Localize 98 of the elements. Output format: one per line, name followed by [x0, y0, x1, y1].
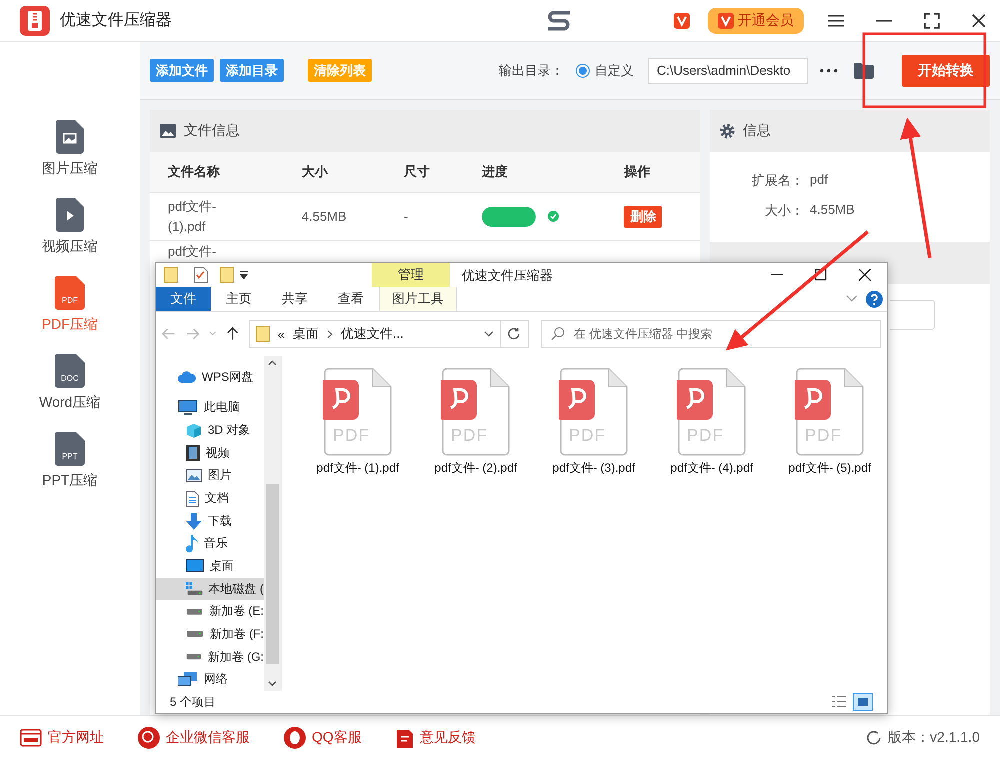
field-label: 大小： [764, 202, 804, 220]
file-dimensions: - [404, 209, 408, 224]
vip-icon [674, 12, 690, 28]
disk-drive-icon [186, 653, 202, 661]
nav-item[interactable]: 此电脑 [156, 396, 264, 420]
nav-item[interactable]: WPS网盘 [156, 366, 264, 389]
nav-item[interactable]: 音乐 [156, 532, 264, 556]
scrollbar[interactable] [264, 356, 281, 691]
footer-link[interactable]: 意见反馈 [396, 727, 476, 749]
footer-link[interactable]: QQ客服 [284, 727, 362, 749]
panel-title: 文件信息 [184, 122, 240, 140]
website-icon [20, 729, 42, 747]
nav-item[interactable]: 下载 [156, 510, 264, 532]
column-header: 尺寸 [386, 152, 464, 192]
app-title: 优速文件压缩器 [60, 10, 172, 31]
scroll-down-icon[interactable] [268, 681, 277, 687]
menu-icon[interactable] [828, 14, 844, 28]
status-text: 5 个项目 [170, 694, 216, 710]
gear-icon [720, 124, 735, 138]
properties-icon[interactable] [194, 267, 208, 283]
sidebar-item[interactable]: 视频压缩 [15, 198, 125, 256]
panel-title: 信息 [743, 122, 771, 140]
file-icon: PDF [55, 276, 85, 310]
footer-link[interactable]: 企业微信客服 [138, 727, 250, 749]
refresh-button[interactable] [500, 320, 530, 348]
start-button[interactable]: 开始转换 [902, 54, 990, 86]
more-icon[interactable] [820, 68, 838, 72]
path-field[interactable]: C:\Users\admin\Deskto [648, 58, 808, 84]
search-field[interactable]: 在 优速文件压缩器 中搜索 [541, 320, 882, 348]
nav-item[interactable]: 3D 对象 [156, 419, 264, 442]
minimize-icon[interactable] [876, 18, 892, 22]
nav-item[interactable]: 新加卷 (G: [156, 646, 264, 668]
field-value: pdf [810, 172, 828, 189]
window-title: 优速文件压缩器 [462, 267, 553, 285]
progress-bar [482, 206, 536, 226]
disk-drive-icon [186, 608, 204, 616]
app-logo [20, 6, 50, 36]
nav-item[interactable]: 网络 [156, 668, 264, 691]
sidebar-item[interactable]: 图片压缩 [15, 120, 125, 178]
dropdown-icon[interactable] [240, 271, 248, 279]
nav-item[interactable]: 文档 [156, 487, 264, 510]
context-tab-label: 管理 [372, 263, 450, 287]
scroll-up-icon[interactable] [268, 360, 277, 366]
document-icon [186, 490, 199, 507]
nav-item[interactable]: 新加卷 (E: [156, 600, 264, 624]
version-text: 版本：v2.1.1.0 [888, 729, 980, 747]
delete-button[interactable]: 删除 [624, 206, 662, 228]
sidebar-item[interactable]: PPT PPT压缩 [15, 432, 125, 490]
chevron-down-icon[interactable] [846, 295, 858, 303]
fullscreen-icon[interactable] [924, 12, 940, 28]
nav-item[interactable]: 图片 [156, 464, 264, 488]
ribbon-tab[interactable]: 文件 [156, 287, 211, 311]
close-icon[interactable] [859, 269, 871, 281]
maximize-icon[interactable] [815, 269, 827, 281]
cloud-icon [178, 371, 196, 384]
address-bar[interactable]: « 桌面 优速文件... [248, 320, 501, 348]
nav-item[interactable]: 视频 [156, 442, 264, 465]
image-icon [186, 469, 202, 482]
network-icon [178, 672, 198, 688]
nav-item[interactable]: 桌面 [156, 555, 264, 578]
field-label: 扩展名： [751, 172, 804, 190]
file-icon: PPT [55, 432, 85, 466]
help-icon[interactable] [866, 290, 883, 308]
footer-link[interactable]: 官方网址 [20, 729, 104, 747]
download-arrow-icon [186, 512, 202, 530]
output-label: 输出目录： [499, 62, 564, 80]
field-value: 4.55MB [810, 202, 855, 219]
file-name: pdf文件- [168, 244, 218, 260]
sidebar-item[interactable]: DOC Word压缩 [15, 354, 125, 412]
vip-icon [718, 12, 734, 28]
refresh-icon [866, 730, 882, 746]
refresh-icon [507, 327, 522, 341]
film-icon [186, 445, 200, 462]
file-name: pdf文件-(1).pdf [168, 198, 218, 236]
large-icons-view-icon[interactable] [853, 693, 873, 711]
desktop-icon [186, 559, 204, 574]
disk-drive-icon [186, 630, 204, 638]
image-icon [160, 124, 176, 138]
computer-icon [178, 400, 198, 416]
column-header: 文件名称 [150, 152, 284, 192]
up-arrow-icon[interactable] [227, 327, 239, 341]
sidebar-item[interactable]: PDF PDF压缩 [15, 276, 125, 334]
column-header: 进度 [464, 152, 606, 192]
file-icon: DOC [55, 354, 85, 388]
ribbon-tab[interactable]: 图片工具 [379, 287, 457, 311]
column-header: 大小 [284, 152, 386, 192]
close-icon[interactable] [972, 14, 986, 28]
feedback-icon [396, 727, 414, 749]
music-note-icon [186, 534, 198, 553]
details-view-icon[interactable] [831, 695, 847, 709]
nav-item[interactable]: 本地磁盘 ( [156, 578, 264, 600]
search-icon [551, 327, 566, 341]
file-size: 4.55MB [302, 209, 347, 224]
cube-icon [186, 422, 202, 439]
column-header: 操作 [606, 152, 700, 192]
nav-item[interactable]: 新加卷 (F: [156, 623, 264, 646]
custom-radio[interactable]: 自定义 [576, 62, 634, 80]
disk-drive-icon [186, 582, 203, 596]
